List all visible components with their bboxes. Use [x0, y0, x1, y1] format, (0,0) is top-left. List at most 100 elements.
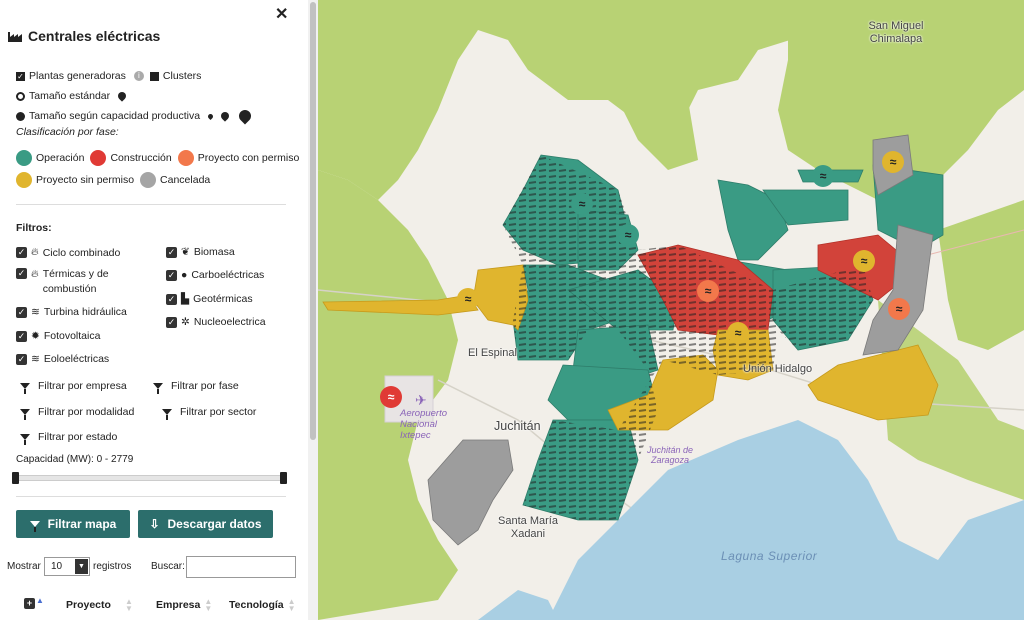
size-capacity-label: Tamaño según capacidad productiva [29, 110, 201, 122]
column-tecnologia[interactable]: Tecnología ▲ ▼ [229, 598, 296, 613]
info-icon[interactable]: i [133, 71, 144, 81]
panel-title-text: Centrales eléctricas [28, 28, 161, 44]
airplane-icon: ✈ [415, 392, 427, 408]
cluster-marker-sin-permiso[interactable]: ≈ [882, 151, 904, 173]
checkbox-icon[interactable]: ✓ [166, 246, 177, 258]
power-plants-layer[interactable] [318, 0, 1024, 620]
sort-asc-icon[interactable]: ▲ [36, 596, 44, 605]
filter-label: Térmicas y de combustión [42, 268, 109, 295]
filter-geotermicas[interactable]: ✓ ▙ Geotérmicas [166, 293, 253, 305]
filter-link-label: Filtrar por estado [38, 431, 118, 443]
capacity-slider-min-handle[interactable] [12, 472, 19, 484]
cluster-marker-sin-permiso[interactable]: ≈ [853, 250, 875, 272]
marker-pin-icon [116, 90, 128, 102]
column-label: Proyecto [66, 599, 111, 611]
flame-icon: 🔥︎ [31, 268, 39, 280]
radio-icon[interactable] [16, 111, 25, 121]
place-label: Unión Hidalgo [743, 363, 813, 375]
size-standard-label: Tamaño estándar [29, 90, 111, 102]
phase-legend-row-2: Proyecto sin permiso Cancelada [16, 172, 210, 188]
filter-turbina-hidraulica[interactable]: ✓ ≋ Turbina hidráulica [16, 306, 127, 318]
filter-icon [29, 521, 40, 532]
cluster-marker-sin-permiso[interactable]: ≈ [457, 288, 479, 310]
filter-map-label: Filtrar mapa [47, 517, 117, 531]
checkbox-icon[interactable]: ✓ [16, 353, 27, 365]
marker-pin-large-icon [236, 107, 254, 125]
checkbox-icon[interactable]: ✓ [16, 330, 27, 342]
cancelada-label: Cancelada [160, 174, 211, 186]
place-label: Santa María Xadani [498, 515, 558, 540]
close-icon[interactable]: ✕ [275, 4, 288, 24]
expand-icon[interactable]: + [24, 598, 35, 609]
filter-label: Ciclo combinado [42, 246, 121, 259]
column-label: Empresa [156, 599, 201, 611]
proyecto-sin-permiso-swatch [16, 172, 32, 188]
cluster-marker-operacion[interactable]: ≈ [812, 165, 834, 187]
size-standard-row[interactable]: Tamaño estándar [16, 90, 128, 102]
filter-nucleoelectrica[interactable]: ✓ ✲ Nucleoelectrica [166, 316, 266, 328]
checkbox-icon[interactable]: ✓ [16, 247, 27, 258]
sidebar: ✕ Centrales eléctricas ✓ Plantas generad… [0, 0, 308, 620]
search-input[interactable] [186, 556, 296, 578]
capacity-slider[interactable] [12, 475, 286, 481]
filter-sector-link[interactable]: Filtrar por sector [162, 406, 257, 420]
checkbox-icon[interactable]: ✓ [166, 293, 177, 305]
clusters-label: Clusters [162, 70, 202, 82]
filter-icon [20, 383, 30, 394]
chevron-down-icon[interactable]: ▼ [75, 559, 88, 574]
filter-fase-link[interactable]: Filtrar por fase [153, 380, 239, 394]
wind-icon: ≋ [31, 353, 40, 365]
checkbox-icon[interactable]: ✓ [16, 306, 27, 318]
size-capacity-row[interactable]: Tamaño según capacidad productiva [16, 107, 254, 125]
map-view[interactable]: ≈ ≈ ≈ ≈ ≈ ≈ ≈ ≈ ≈ ≈ San Miguel Chimalapa… [318, 0, 1024, 620]
radio-selected-icon[interactable] [16, 91, 25, 101]
filter-icon [20, 434, 30, 445]
filter-eoloelectricas[interactable]: ✓ ≋ Eoloeléctricas [16, 353, 109, 365]
panel-title: Centrales eléctricas [8, 28, 160, 44]
checkbox-icon[interactable]: ✓ [166, 269, 177, 281]
sidebar-scrollbar[interactable] [308, 0, 318, 620]
filter-fotovoltaica[interactable]: ✓ ✹ Fotovoltaica [16, 330, 100, 342]
capacity-slider-max-handle[interactable] [280, 472, 287, 484]
filter-biomasa[interactable]: ✓ ❦ Biomasa [166, 246, 235, 258]
sort-icon[interactable]: ▲ ▼ [125, 598, 133, 613]
filter-carboelectricas[interactable]: ✓ ● Carboeléctricas [166, 269, 264, 281]
industry-icon: ▙ [181, 293, 190, 305]
checkbox-icon[interactable]: ✓ [166, 316, 177, 328]
filter-label: Fotovoltaica [43, 330, 101, 342]
filter-estado-link[interactable]: Filtrar por estado [20, 431, 118, 445]
sort-icon[interactable]: ▲ ▼ [204, 598, 212, 613]
cluster-marker-con-permiso[interactable]: ≈ [888, 298, 910, 320]
clusters-checkbox[interactable] [149, 71, 159, 81]
water-label: Laguna Superior [721, 549, 818, 563]
cluster-marker-con-permiso[interactable]: ≈ [697, 280, 719, 302]
filter-map-button[interactable]: Filtrar mapa [16, 510, 130, 538]
records-per-page-select[interactable]: 10 ▼ [44, 557, 90, 576]
plantas-checkbox[interactable]: ✓ [16, 71, 25, 81]
cluster-marker-operacion[interactable]: ≈ [571, 193, 593, 215]
filter-termicas[interactable]: ✓ 🔥︎ Térmicas y de combustión [16, 268, 123, 297]
operacion-swatch [16, 150, 32, 166]
filter-label: Turbina hidráulica [43, 306, 127, 318]
filter-link-label: Filtrar por sector [180, 406, 257, 418]
airport-label: Aeropuerto Nacional Ixtepec [400, 408, 448, 441]
place-label: San Miguel Chimalapa [868, 20, 924, 45]
table-header-expand[interactable]: + [24, 598, 35, 609]
checkbox-icon[interactable]: ✓ [16, 268, 27, 279]
filter-modalidad-link[interactable]: Filtrar por modalidad [20, 406, 134, 420]
column-empresa[interactable]: Empresa ▲ ▼ [156, 598, 212, 613]
water-icon: ≋ [31, 306, 40, 318]
cluster-marker-operacion[interactable]: ≈ [617, 224, 639, 246]
fire-icon: ● [181, 269, 188, 281]
filter-empresa-link[interactable]: Filtrar por empresa [20, 380, 127, 394]
sort-icon[interactable]: ▲ ▼ [288, 598, 296, 613]
place-label: Juchitán [494, 419, 541, 433]
scrollbar-thumb[interactable] [310, 2, 316, 440]
filter-ciclo-combinado[interactable]: ✓ 🔥︎ Ciclo combinado [16, 246, 120, 259]
cluster-marker-sin-permiso[interactable]: ≈ [727, 322, 749, 344]
phase-heading: Clasificación por fase: [16, 126, 119, 138]
sun-icon: ✹ [31, 330, 40, 342]
column-proyecto[interactable]: Proyecto ▲ ▼ [66, 598, 133, 613]
cluster-marker-construccion[interactable]: ≈ [380, 386, 402, 408]
download-data-button[interactable]: ⇩ Descargar datos [138, 510, 273, 538]
